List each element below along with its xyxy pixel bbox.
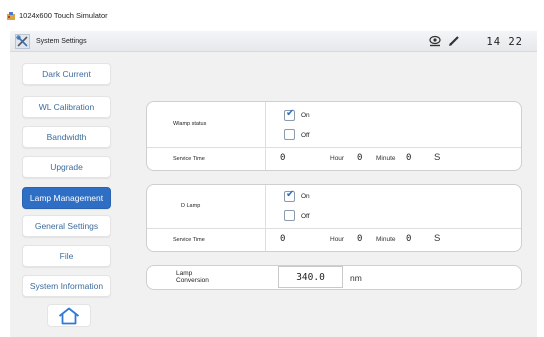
wlamp-second-value: 0 bbox=[406, 153, 412, 163]
dlamp-service-time-label: Service Time bbox=[173, 237, 205, 243]
dlamp-off-checkbox[interactable] bbox=[284, 210, 295, 221]
nav-label: Upgrade bbox=[50, 162, 83, 172]
nav-general-settings[interactable]: General Settings bbox=[22, 215, 111, 237]
divider bbox=[265, 102, 266, 170]
lamp-conversion-input[interactable]: 340.0 bbox=[278, 266, 343, 288]
home-button[interactable] bbox=[47, 304, 91, 327]
dlamp-second-label: S bbox=[434, 233, 441, 244]
wlamp-on-label: On bbox=[301, 112, 310, 119]
camera-icon bbox=[429, 35, 441, 47]
wlamp-minute-label: Minute bbox=[376, 155, 396, 162]
wlamp-off-checkbox[interactable] bbox=[284, 129, 295, 140]
home-icon bbox=[58, 307, 80, 324]
wlamp-service-time-label: Service Time bbox=[173, 156, 205, 162]
clock: 14 22 bbox=[486, 36, 523, 48]
wlamp-minute-value: 0 bbox=[357, 153, 363, 163]
divider bbox=[147, 228, 521, 229]
dlamp-second-value: 0 bbox=[406, 234, 412, 244]
check-icon: ✔ bbox=[286, 189, 295, 200]
header-title: System Settings bbox=[36, 38, 87, 45]
wlamp-off-label: Off bbox=[301, 132, 310, 139]
dlamp-minute-label: Minute bbox=[376, 236, 396, 243]
nav-bandwidth[interactable]: Bandwidth bbox=[22, 126, 111, 148]
tools-icon bbox=[15, 34, 30, 49]
nav-dark-current[interactable]: Dark Current bbox=[22, 63, 111, 85]
nav-upgrade[interactable]: Upgrade bbox=[22, 156, 111, 178]
wlamp-panel: Wlamp status ✔ On Off Service Time 0 Hou… bbox=[146, 101, 522, 171]
wlamp-hour-value: 0 bbox=[280, 153, 286, 163]
window-title: 1024x600 Touch Simulator bbox=[19, 11, 108, 20]
nav-wl-calibration[interactable]: WL Calibration bbox=[22, 96, 111, 118]
divider bbox=[147, 147, 521, 148]
pen-icon bbox=[449, 36, 459, 46]
dlamp-label: D Lamp bbox=[181, 203, 201, 209]
dlamp-off-label: Off bbox=[301, 213, 310, 220]
nav-system-information[interactable]: System Information bbox=[22, 275, 111, 297]
check-icon: ✔ bbox=[286, 108, 295, 119]
dlamp-on-checkbox[interactable]: ✔ bbox=[284, 189, 295, 202]
nav-label: WL Calibration bbox=[38, 102, 95, 112]
system-settings-header: System Settings 14 22 bbox=[10, 31, 537, 52]
nav-label: Bandwidth bbox=[46, 132, 87, 142]
nav-label: System Information bbox=[29, 281, 104, 291]
wlamp-on-checkbox[interactable]: ✔ bbox=[284, 108, 295, 121]
nav-lamp-management[interactable]: Lamp Management bbox=[22, 187, 111, 209]
wlamp-second-label: S bbox=[434, 152, 441, 163]
lamp-conversion-label-line2: Conversion bbox=[176, 277, 209, 284]
dlamp-minute-value: 0 bbox=[357, 234, 363, 244]
nav-label: File bbox=[59, 251, 74, 261]
wlamp-hour-label: Hour bbox=[330, 155, 345, 162]
lamp-conversion-label-line1: Lamp bbox=[176, 270, 193, 277]
nav-label: General Settings bbox=[34, 221, 99, 231]
wlamp-status-label: Wlamp status bbox=[173, 121, 207, 127]
window-titlebar: 1024x600 Touch Simulator bbox=[0, 0, 544, 28]
dlamp-panel: D Lamp ✔ On Off Service Time 0 Hour 0 Mi… bbox=[146, 184, 522, 252]
lamp-conversion-unit: nm bbox=[350, 273, 362, 283]
app-icon bbox=[7, 12, 15, 20]
dlamp-hour-value: 0 bbox=[280, 234, 286, 244]
lamp-conversion-label: Lamp Conversion bbox=[176, 270, 209, 284]
nav-file[interactable]: File bbox=[22, 245, 111, 267]
divider bbox=[265, 185, 266, 251]
nav-label: Dark Current bbox=[42, 69, 91, 79]
nav-label: Lamp Management bbox=[29, 193, 104, 203]
dlamp-on-label: On bbox=[301, 193, 310, 200]
dlamp-hour-label: Hour bbox=[330, 236, 345, 243]
